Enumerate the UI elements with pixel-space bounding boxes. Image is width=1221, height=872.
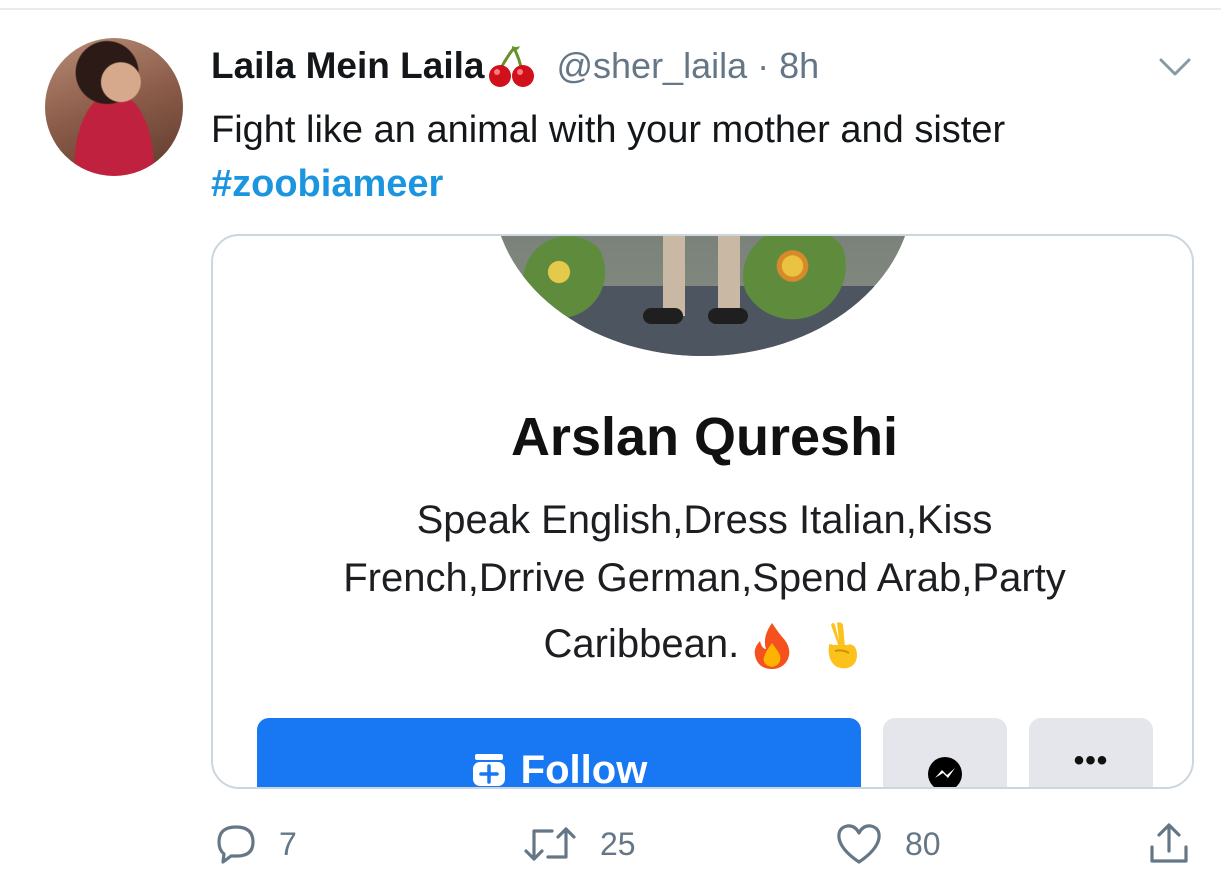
profile-bio: Speak English,Dress Italian,Kiss French,… xyxy=(273,491,1136,673)
photo-plant-left xyxy=(523,236,613,326)
display-name[interactable]: Laila Mein Laila xyxy=(211,45,484,87)
bio-line: Caribbean. xyxy=(543,622,740,666)
avatar[interactable] xyxy=(45,38,183,176)
more-options-button[interactable]: ••• xyxy=(1029,718,1153,787)
share-icon xyxy=(1150,823,1188,863)
reply-action[interactable]: 7 xyxy=(215,822,297,866)
bio-line: French,Drrive German,Spend Arab,Party xyxy=(343,556,1066,600)
tweet-body: Fight like an animal with your mother an… xyxy=(211,109,1006,151)
like-action[interactable]: 80 xyxy=(835,822,941,866)
retweet-action[interactable]: 25 xyxy=(522,822,636,866)
top-divider xyxy=(0,8,1221,10)
more-label: ••• xyxy=(1073,744,1109,777)
photo-shoe-left xyxy=(643,308,683,324)
like-icon xyxy=(837,824,881,864)
photo-leg-right xyxy=(718,236,740,316)
meta-separator: · xyxy=(757,45,770,86)
fire-icon xyxy=(755,623,790,670)
messenger-icon xyxy=(928,757,962,787)
follow-add-icon xyxy=(472,754,505,786)
like-count: 80 xyxy=(905,825,941,862)
tweet-text: Fight like an animal with your mother an… xyxy=(211,103,1005,211)
bio-line: Speak English,Dress Italian,Kiss xyxy=(416,498,993,542)
messenger-button[interactable] xyxy=(883,718,1007,787)
profile-name: Arslan Qureshi xyxy=(510,407,899,467)
timestamp[interactable]: 8h xyxy=(779,45,819,87)
victory-hand-icon xyxy=(829,622,858,669)
reply-count: 7 xyxy=(279,825,297,862)
chevron-down-icon[interactable] xyxy=(1158,54,1192,80)
cherry-icon xyxy=(489,46,535,87)
profile-photo xyxy=(493,236,913,356)
media-card[interactable]: Arslan Qureshi Speak English,Dress Itali… xyxy=(211,234,1194,789)
retweet-count: 25 xyxy=(600,825,636,862)
handle[interactable]: @sher_laila xyxy=(556,45,747,87)
follow-button[interactable]: Follow xyxy=(257,718,861,789)
reply-icon xyxy=(217,825,255,864)
follow-label: Follow xyxy=(520,748,648,789)
bio-line-with-emoji: Caribbean. xyxy=(273,615,1136,673)
photo-shoe-right xyxy=(708,308,748,324)
share-action[interactable] xyxy=(1146,822,1192,866)
hashtag-link[interactable]: #zoobiameer xyxy=(211,157,1005,211)
tweet-header: Laila Mein Laila @sher_laila · 8h xyxy=(211,42,819,90)
photo-leg-left xyxy=(663,236,685,316)
retweet-icon xyxy=(524,827,576,861)
